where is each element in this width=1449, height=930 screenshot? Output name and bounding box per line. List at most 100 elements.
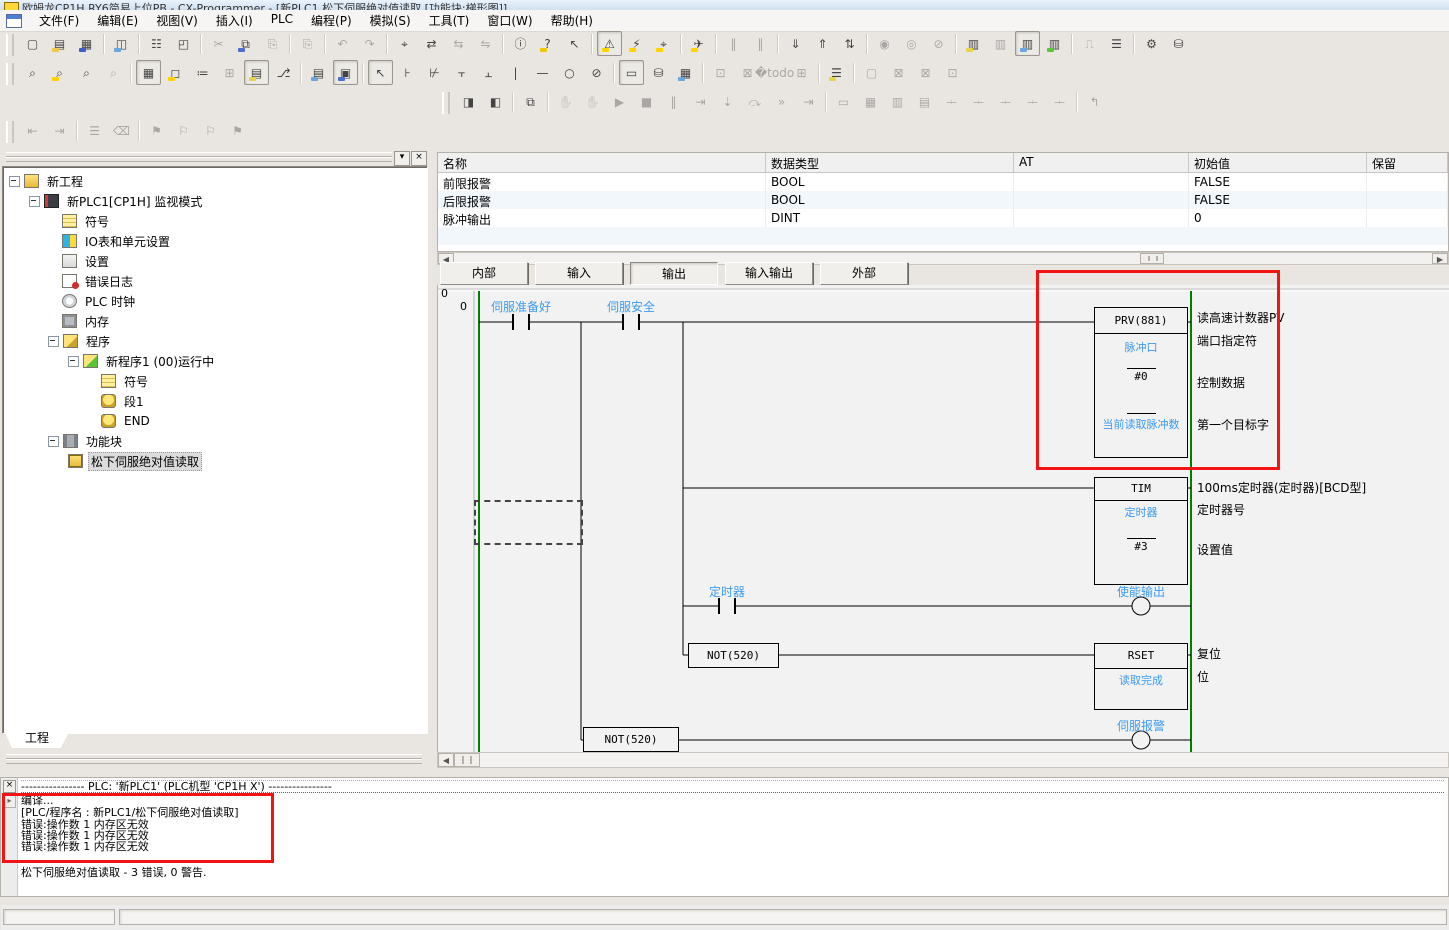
step-run-icon[interactable]: ⇥	[688, 89, 713, 114]
replace-icon[interactable]: ⇆	[446, 31, 471, 56]
watch3-icon[interactable]: ⊠	[913, 60, 938, 85]
breakpoint4-icon[interactable]: ▤	[912, 89, 937, 114]
rung-list-icon[interactable]: ≔	[190, 60, 215, 85]
var-tab[interactable]: 输出	[630, 262, 718, 285]
stop-icon[interactable]: ■	[634, 89, 659, 114]
trace1-icon[interactable]: ᆠ	[939, 89, 964, 114]
prv-operand-3[interactable]: 当前读取脉冲数	[1095, 416, 1187, 432]
tree-item-program1[interactable]: 新程序1 (00)运行中	[3, 351, 427, 371]
scroll-right-icon[interactable]: ▶	[1432, 253, 1448, 264]
menu-view[interactable]: 视图(V)	[147, 10, 207, 31]
pause-icon[interactable]: ‖	[748, 31, 773, 56]
tim-title[interactable]: TIM	[1095, 478, 1187, 501]
undo-icon[interactable]: ↶	[330, 31, 355, 56]
contact-label-servo-ready[interactable]: 伺服准备好	[491, 298, 551, 315]
tree-item-end[interactable]: END	[3, 411, 427, 431]
pv-monitor-icon[interactable]: ▭	[619, 60, 644, 85]
tree-item-memory[interactable]: 内存	[3, 311, 427, 331]
tree-item-project[interactable]: 新工程	[3, 171, 427, 191]
col-initial[interactable]: 初始值	[1189, 153, 1367, 172]
flag-next-icon[interactable]: ⚐	[171, 118, 196, 143]
print-icon[interactable]: ☷	[144, 31, 169, 56]
differential-icon[interactable]: ⎍	[1077, 31, 1102, 56]
find-icon[interactable]: ⌖	[392, 31, 417, 56]
toolbar-grip[interactable]	[6, 121, 14, 143]
prv-title[interactable]: PRV(881)	[1095, 308, 1187, 334]
operand-edit3-icon[interactable]: �todo	[762, 60, 787, 85]
auto-online-icon[interactable]: ⚡	[624, 31, 649, 56]
tim-operand-2[interactable]: #3	[1095, 540, 1187, 553]
pane-split-handle[interactable]	[454, 753, 480, 767]
coil-nc-icon[interactable]: ⊘	[584, 60, 609, 85]
new-icon[interactable]: ▢	[20, 31, 45, 56]
scroll-thumb[interactable]	[1140, 253, 1164, 264]
paste-icon[interactable]: ⎘	[260, 31, 285, 56]
next-error-icon[interactable]: ▸	[3, 795, 16, 808]
monitor-data-icon[interactable]: ▥	[1015, 31, 1040, 56]
watch-window-icon[interactable]: ☰	[1104, 31, 1129, 56]
output-panel[interactable]: × ▸ ---------------- PLC: '新PLC1' (PLC机型…	[0, 777, 1449, 897]
zoom-in-icon[interactable]: ⌕	[74, 60, 99, 85]
online-simulator-icon[interactable]: ⌖	[651, 31, 676, 56]
scroll-left-icon[interactable]: ◀	[438, 753, 454, 767]
tree-item-programs[interactable]: 程序	[3, 331, 427, 351]
table-row[interactable]: 脉冲输出 DINT 0	[438, 209, 1448, 227]
watch4-icon[interactable]: ⊡	[940, 60, 965, 85]
menu-edit[interactable]: 编辑(E)	[88, 10, 147, 31]
upload-icon[interactable]: ⇑	[810, 31, 835, 56]
force-off-icon[interactable]: ◎	[899, 31, 924, 56]
cut-icon[interactable]: ✂	[206, 31, 231, 56]
close-icon[interactable]: ×	[411, 151, 427, 166]
ladder-editor[interactable]: 0 0 伺服准备好 伺服安全 定时器 使能输出 伺服报警 PRV(881) 脉冲…	[437, 285, 1449, 752]
breakpoint2-icon[interactable]: ▦	[858, 89, 883, 114]
menu-insert[interactable]: 插入(I)	[207, 10, 262, 31]
expander-icon[interactable]	[9, 176, 20, 187]
project-tab[interactable]: 工程	[4, 730, 70, 748]
prv-operand-1[interactable]: 脉冲口	[1095, 339, 1187, 355]
find-symbol-icon[interactable]: ⇄	[419, 31, 444, 56]
find-replace-icon[interactable]: ⇋	[473, 31, 498, 56]
flag-set-icon[interactable]: ⚑	[144, 118, 169, 143]
coil-icon[interactable]: ○	[557, 60, 582, 85]
contact-nc-icon[interactable]: ⊬	[422, 60, 447, 85]
menu-plc[interactable]: PLC	[262, 10, 302, 31]
monitor-2-icon[interactable]: ▥	[988, 31, 1013, 56]
menu-window[interactable]: 窗口(W)	[478, 10, 541, 31]
menu-tools[interactable]: 工具(T)	[420, 10, 479, 31]
breakpoint1-icon[interactable]: ▭	[831, 89, 856, 114]
table-row-empty[interactable]	[438, 245, 1448, 252]
compile-error-line[interactable]: 错误:操作数 1 内存区无效	[21, 841, 149, 852]
tree-item-symbols[interactable]: 符号	[3, 211, 427, 231]
menu-program[interactable]: 编程(P)	[302, 10, 361, 31]
rung-comment-icon[interactable]: ◻	[163, 60, 188, 85]
rset-instruction-block[interactable]: RSET 读取完成	[1094, 643, 1188, 710]
tree-item-program-symbols[interactable]: 符号	[3, 371, 427, 391]
select-arrow-icon[interactable]: ↖	[368, 60, 393, 85]
col-retain[interactable]: 保留	[1367, 153, 1448, 172]
online-edit-icon[interactable]: ✋	[553, 89, 578, 114]
compile-line[interactable]: 编译...	[21, 795, 54, 806]
return-icon[interactable]: ↰	[1082, 89, 1107, 114]
expander-icon[interactable]	[48, 436, 59, 447]
tree-item-settings[interactable]: 设置	[3, 251, 427, 271]
table-row-empty[interactable]	[438, 227, 1448, 245]
or-contact-no-icon[interactable]: ⫟	[449, 60, 474, 85]
watch1-icon[interactable]: ▢	[859, 60, 884, 85]
not-instruction-block-2[interactable]: NOT(520)	[583, 727, 679, 752]
chevron-down-icon[interactable]: ▾	[394, 151, 410, 166]
address-reference-icon[interactable]: ☰	[824, 60, 849, 85]
flag-prev-icon[interactable]: ⚐	[198, 118, 223, 143]
about-icon[interactable]: ⓘ	[508, 31, 533, 56]
horizontal-line-icon[interactable]: —	[530, 60, 555, 85]
outdent-icon[interactable]: ⇤	[20, 118, 45, 143]
symbol-bar-icon[interactable]: ▤	[244, 60, 269, 85]
save-icon[interactable]: ▦	[74, 31, 99, 56]
tree-item-error-log[interactable]: 错误日志	[3, 271, 427, 291]
flag-clear-icon[interactable]: ⚑	[225, 118, 250, 143]
compare-program-icon[interactable]: ⧉	[518, 89, 543, 114]
help-icon[interactable]: ?	[535, 31, 560, 56]
contact-no-icon[interactable]: ⊦	[395, 60, 420, 85]
menu-simulation[interactable]: 模拟(S)	[361, 10, 420, 31]
contact-label-servo-safe[interactable]: 伺服安全	[607, 298, 655, 315]
col-name[interactable]: 名称	[438, 153, 766, 172]
